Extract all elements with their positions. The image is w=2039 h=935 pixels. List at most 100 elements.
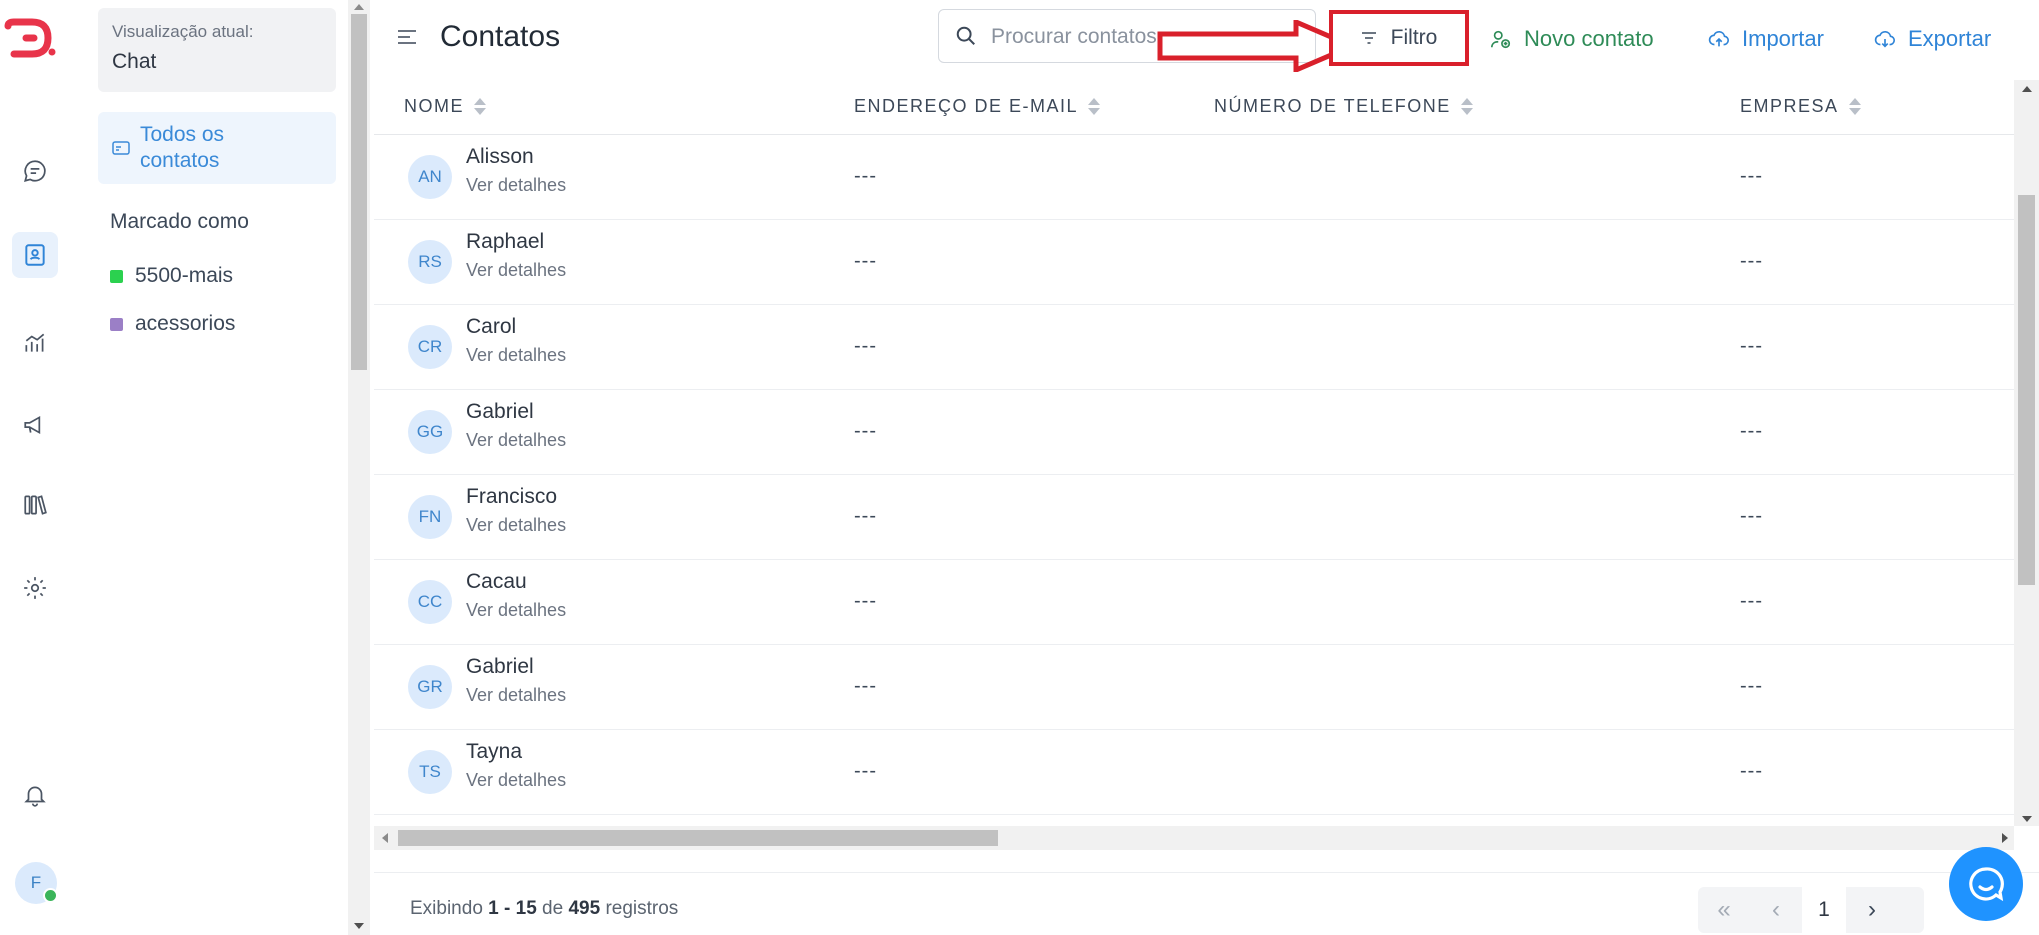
filter-icon bbox=[1361, 32, 1376, 44]
contact-name[interactable]: Gabriel bbox=[466, 400, 534, 424]
column-header-email[interactable]: ENDEREÇO DE E-MAIL bbox=[854, 96, 1101, 117]
contact-name[interactable]: Raphael bbox=[466, 230, 544, 254]
sidebar-scrollbar[interactable] bbox=[348, 0, 370, 935]
table-vertical-scrollbar[interactable] bbox=[2014, 80, 2039, 826]
current-view-selector[interactable]: Visualização atual: Chat bbox=[98, 8, 336, 92]
logo-icon[interactable] bbox=[4, 18, 56, 62]
table-row[interactable]: TS Tayna Ver detalhes --- --- bbox=[374, 730, 2014, 815]
nav-conversations[interactable] bbox=[12, 148, 58, 194]
scrollbar-thumb[interactable] bbox=[398, 830, 998, 846]
view-details-link[interactable]: Ver detalhes bbox=[466, 175, 566, 196]
nav-library[interactable] bbox=[12, 482, 58, 528]
table-row[interactable]: RS Raphael Ver detalhes --- --- bbox=[374, 220, 2014, 305]
cloud-upload-icon bbox=[1708, 30, 1729, 47]
contact-email: --- bbox=[854, 165, 877, 187]
first-page-button[interactable]: « bbox=[1698, 896, 1750, 924]
view-details-link[interactable]: Ver detalhes bbox=[466, 430, 566, 451]
new-contact-label: Novo contato bbox=[1524, 26, 1654, 51]
contact-company: --- bbox=[1740, 590, 1763, 612]
current-view-value: Chat bbox=[112, 50, 157, 73]
contact-name[interactable]: Gabriel bbox=[466, 655, 534, 679]
view-details-link[interactable]: Ver detalhes bbox=[466, 685, 566, 706]
nav-settings[interactable] bbox=[12, 565, 58, 611]
footer-divider bbox=[374, 872, 2039, 873]
nav-notifications[interactable] bbox=[12, 772, 58, 818]
nav-rail: F bbox=[0, 0, 85, 935]
table-row[interactable]: AN Alisson Ver detalhes --- --- bbox=[374, 135, 2014, 220]
contact-company: --- bbox=[1740, 675, 1763, 697]
current-view-caption: Visualização atual: bbox=[112, 22, 254, 41]
column-header-company[interactable]: EMPRESA bbox=[1740, 96, 1861, 117]
contact-company: --- bbox=[1740, 250, 1763, 272]
next-page-button[interactable]: › bbox=[1846, 896, 1898, 924]
export-label: Exportar bbox=[1908, 26, 1992, 51]
scroll-right-arrow-icon[interactable] bbox=[2002, 833, 2008, 843]
view-details-link[interactable]: Ver detalhes bbox=[466, 770, 566, 791]
tagged-heading: Marcado como bbox=[110, 210, 249, 233]
contact-name[interactable]: Cacau bbox=[466, 570, 527, 594]
current-page-button[interactable]: 1 bbox=[1802, 887, 1846, 933]
contacts-main: Contatos Filtro Novo contato Importar Ex… bbox=[374, 0, 2039, 935]
add-user-icon bbox=[1491, 30, 1511, 49]
scroll-down-arrow-icon[interactable] bbox=[2022, 816, 2032, 822]
view-details-link[interactable]: Ver detalhes bbox=[466, 515, 566, 536]
table-row[interactable]: GG Gabriel Ver detalhes --- --- bbox=[374, 390, 2014, 475]
contact-avatar: RS bbox=[408, 240, 452, 284]
sort-icon bbox=[474, 98, 486, 115]
column-header-name[interactable]: NOME bbox=[404, 96, 486, 117]
user-avatar[interactable]: F bbox=[15, 862, 58, 904]
contact-email: --- bbox=[854, 420, 877, 442]
filter-button[interactable]: Filtro bbox=[1329, 10, 1469, 66]
tag-color-swatch bbox=[110, 317, 123, 331]
view-details-link[interactable]: Ver detalhes bbox=[466, 345, 566, 366]
sort-icon bbox=[1460, 98, 1473, 115]
table-horizontal-scrollbar[interactable] bbox=[374, 826, 2014, 850]
chat-icon bbox=[24, 160, 46, 182]
sidebar-item-all-contacts[interactable]: Todos os contatos bbox=[98, 112, 336, 184]
table-row[interactable]: CC Cacau Ver detalhes --- --- bbox=[374, 560, 2014, 645]
support-chat-button[interactable] bbox=[1949, 847, 2023, 921]
export-button[interactable]: Exportar bbox=[1874, 26, 1991, 52]
scroll-left-arrow-icon[interactable] bbox=[382, 833, 388, 843]
nav-reports[interactable] bbox=[12, 320, 58, 366]
contact-email: --- bbox=[854, 335, 877, 357]
scroll-up-arrow-icon[interactable] bbox=[354, 4, 364, 10]
sort-icon bbox=[1088, 98, 1101, 115]
menu-toggle-icon[interactable] bbox=[398, 30, 416, 46]
scroll-down-arrow-icon[interactable] bbox=[354, 923, 364, 929]
scrollbar-thumb[interactable] bbox=[2018, 195, 2035, 585]
sidebar-tag-acessorios[interactable]: acessorios bbox=[110, 312, 235, 336]
contact-avatar: AN bbox=[408, 155, 452, 199]
scroll-up-arrow-icon[interactable] bbox=[2022, 86, 2032, 92]
column-header-phone[interactable]: NÚMERO DE TELEFONE bbox=[1214, 96, 1473, 117]
contact-name[interactable]: Alisson bbox=[466, 145, 534, 169]
nav-contacts[interactable] bbox=[12, 232, 58, 278]
sidebar-item-label: Todos os contatos bbox=[140, 123, 225, 172]
contact-email: --- bbox=[854, 505, 877, 527]
prev-page-button[interactable]: ‹ bbox=[1750, 896, 1802, 924]
contact-avatar: GR bbox=[408, 665, 452, 709]
contact-name[interactable]: Francisco bbox=[466, 485, 557, 509]
view-details-link[interactable]: Ver detalhes bbox=[466, 260, 566, 281]
reports-icon bbox=[25, 333, 45, 352]
contact-email: --- bbox=[854, 760, 877, 782]
scrollbar-thumb[interactable] bbox=[351, 14, 367, 370]
contact-avatar: FN bbox=[408, 495, 452, 539]
table-row[interactable]: FN Francisco Ver detalhes --- --- bbox=[374, 475, 2014, 560]
table-row[interactable]: GR Gabriel Ver detalhes --- --- bbox=[374, 645, 2014, 730]
table-row[interactable]: CR Carol Ver detalhes --- --- bbox=[374, 305, 2014, 390]
contact-name[interactable]: Carol bbox=[466, 315, 516, 339]
contact-avatar: CR bbox=[408, 325, 452, 369]
online-status-dot bbox=[43, 888, 58, 903]
nav-campaigns[interactable] bbox=[12, 402, 58, 448]
contact-avatar: TS bbox=[408, 750, 452, 794]
contact-name[interactable]: Tayna bbox=[466, 740, 522, 764]
sort-icon bbox=[1848, 98, 1861, 115]
new-contact-button[interactable]: Novo contato bbox=[1490, 26, 1654, 52]
campaigns-icon bbox=[24, 415, 41, 435]
import-button[interactable]: Importar bbox=[1708, 26, 1824, 52]
sidebar-tag-5500-mais[interactable]: 5500-mais bbox=[110, 264, 233, 288]
contact-email: --- bbox=[854, 590, 877, 612]
view-details-link[interactable]: Ver detalhes bbox=[466, 600, 566, 621]
tag-label: acessorios bbox=[135, 312, 236, 335]
